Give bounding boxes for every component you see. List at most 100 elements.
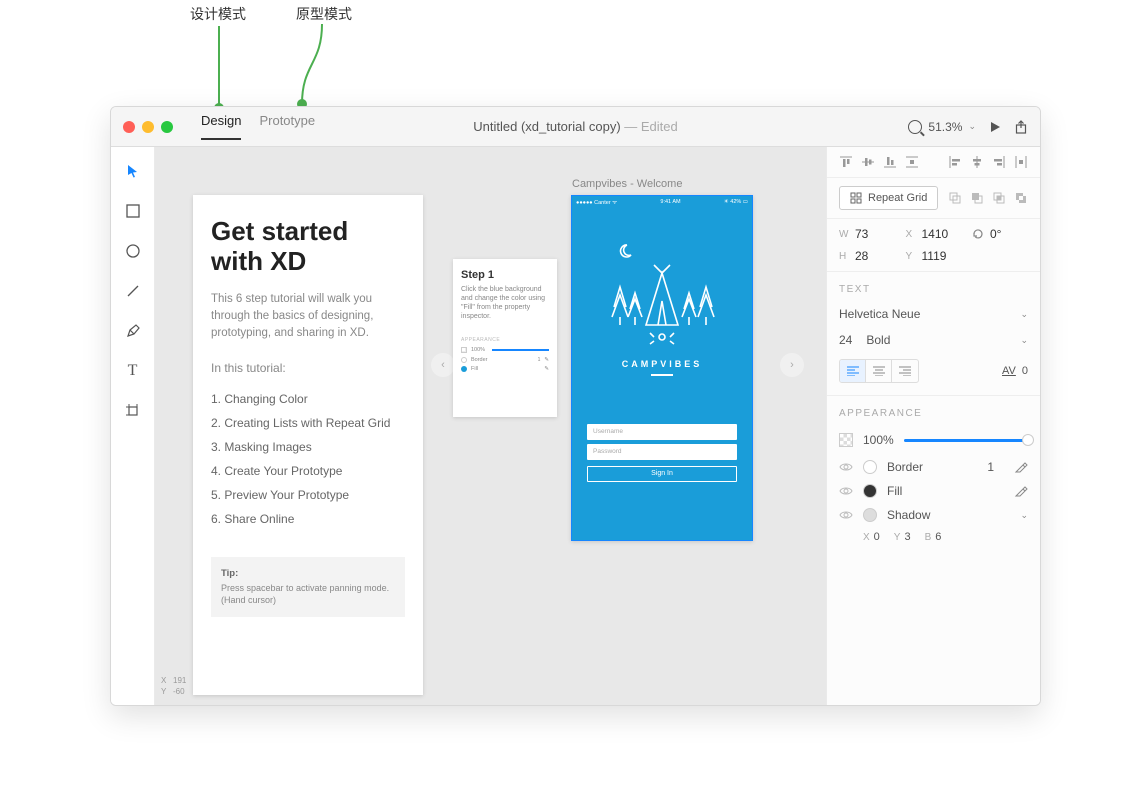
- text-align-center-icon[interactable]: [866, 360, 892, 382]
- rectangle-tool-icon[interactable]: [123, 201, 143, 221]
- boolean-ops: [948, 191, 1028, 205]
- zoom-control[interactable]: 51.3% ⌄: [908, 120, 976, 134]
- brand-name: CAMPVIBES: [622, 359, 703, 369]
- step1-appearance-label: APPEARANCE: [461, 337, 549, 343]
- nav-next-button[interactable]: ›: [780, 353, 804, 377]
- mobile-statusbar: ●●●●● Canter ᯤ 9:41 AM ☀ 42% ▭: [572, 196, 752, 207]
- canvas[interactable]: Get started with XD This 6 step tutorial…: [155, 147, 826, 705]
- brand-underline: [651, 374, 673, 376]
- shadow-swatch[interactable]: [863, 508, 877, 522]
- align-hcenter-icon[interactable]: [970, 155, 984, 169]
- shadow-row: Shadow ⌄: [827, 503, 1040, 527]
- dropper-icon[interactable]: [1014, 460, 1028, 474]
- artboard-campvibes[interactable]: Campvibes - Welcome ●●●●● Canter ᯤ 9:41 …: [571, 195, 753, 541]
- align-left-icon[interactable]: [948, 155, 962, 169]
- dropper-icon[interactable]: [1014, 484, 1028, 498]
- password-field[interactable]: Password: [587, 444, 737, 460]
- shadow-y-field[interactable]: Y3: [894, 531, 911, 543]
- line-tool-icon[interactable]: [123, 281, 143, 301]
- intersect-icon[interactable]: [992, 191, 1006, 205]
- eye-icon[interactable]: [839, 510, 853, 520]
- font-size-field[interactable]: 24: [839, 333, 852, 347]
- annotation-design-label: 设计模式: [190, 4, 246, 24]
- eye-icon[interactable]: [839, 486, 853, 496]
- tip-box: Tip: Press spacebar to activate panning …: [211, 557, 405, 617]
- status-right: ☀ 42% ▭: [724, 199, 748, 205]
- step1-border-label: Border: [471, 357, 488, 363]
- text-align-left-icon[interactable]: [840, 360, 866, 382]
- intro-description: This 6 step tutorial will walk you throu…: [211, 291, 405, 343]
- tracking-icon: AV: [1002, 365, 1016, 377]
- username-field[interactable]: Username: [587, 424, 737, 440]
- intro-steps-list: 1. Changing Color 2. Creating Lists with…: [211, 387, 405, 531]
- repeat-grid-label: Repeat Grid: [868, 192, 927, 204]
- text-align-right-icon[interactable]: [892, 360, 918, 382]
- rotate-icon: [972, 228, 984, 240]
- width-field[interactable]: W73: [839, 227, 896, 241]
- doc-edited-flag: — Edited: [621, 119, 678, 134]
- align-vcenter-icon[interactable]: [861, 155, 875, 169]
- shadow-fields: X0 Y3 B6: [827, 527, 1040, 553]
- titlebar: Design Prototype Untitled (xd_tutorial c…: [111, 107, 1040, 147]
- play-icon[interactable]: [988, 120, 1002, 134]
- annotation-prototype-label: 原型模式: [296, 4, 352, 24]
- distribute-v-icon[interactable]: [905, 155, 919, 169]
- swatch-icon: [461, 357, 467, 363]
- align-bottom-icon[interactable]: [883, 155, 897, 169]
- property-inspector: Repeat Grid W73 X1410 0° H28: [826, 147, 1040, 705]
- list-item: 2. Creating Lists with Repeat Grid: [211, 411, 405, 435]
- chevron-down-icon[interactable]: ⌄: [1020, 510, 1028, 521]
- share-icon[interactable]: [1014, 120, 1028, 134]
- font-weight-select[interactable]: Bold ⌄: [866, 333, 1028, 347]
- pen-tool-icon[interactable]: [123, 321, 143, 341]
- border-label: Border: [887, 460, 923, 474]
- eye-icon[interactable]: [839, 462, 853, 472]
- tab-prototype[interactable]: Prototype: [259, 113, 315, 140]
- artboard-tool-icon[interactable]: [123, 401, 143, 421]
- align-horizontal-group: [948, 155, 1028, 169]
- close-icon[interactable]: [123, 121, 135, 133]
- appearance-section-title: APPEARANCE: [827, 396, 1040, 425]
- artboard-intro[interactable]: Get started with XD This 6 step tutorial…: [193, 195, 423, 695]
- campvibes-logo-icon: [602, 237, 722, 347]
- artboard-label: Campvibes - Welcome: [572, 178, 682, 190]
- chevron-down-icon: ⌄: [1020, 335, 1028, 346]
- ellipse-tool-icon[interactable]: [123, 241, 143, 261]
- border-row: Border 1: [827, 455, 1040, 479]
- tab-design[interactable]: Design: [201, 113, 241, 140]
- document-title: Untitled (xd_tutorial copy) — Edited: [473, 119, 678, 134]
- campvibes-art: CAMPVIBES Username Password Sign In: [572, 207, 752, 482]
- zoom-value: 51.3%: [928, 120, 962, 134]
- tracking-field[interactable]: 0: [1022, 365, 1028, 377]
- border-width-field[interactable]: 1: [987, 460, 994, 474]
- subtract-icon[interactable]: [970, 191, 984, 205]
- fill-swatch[interactable]: [863, 484, 877, 498]
- exclude-icon[interactable]: [1014, 191, 1028, 205]
- rotate-field[interactable]: 0°: [972, 227, 1028, 241]
- border-swatch[interactable]: [863, 460, 877, 474]
- doc-name: Untitled (xd_tutorial copy): [473, 119, 620, 134]
- signin-button[interactable]: Sign In: [587, 466, 737, 482]
- x-field[interactable]: X1410: [906, 227, 963, 241]
- nav-prev-button[interactable]: ‹: [431, 353, 455, 377]
- annotation-overlay: 设计模式 原型模式: [0, 0, 1140, 106]
- dropper-icon: ✎: [544, 366, 549, 372]
- font-family-select[interactable]: Helvetica Neue ⌄: [827, 301, 1040, 327]
- minimize-icon[interactable]: [142, 121, 154, 133]
- artboard-step1[interactable]: Step 1 Click the blue background and cha…: [453, 259, 557, 417]
- y-field[interactable]: Y1119: [906, 249, 963, 263]
- align-right-icon[interactable]: [992, 155, 1006, 169]
- shadow-x-field[interactable]: X0: [863, 531, 880, 543]
- text-tool-icon[interactable]: T: [123, 361, 143, 381]
- distribute-h-icon[interactable]: [1014, 155, 1028, 169]
- union-icon[interactable]: [948, 191, 962, 205]
- maximize-icon[interactable]: [161, 121, 173, 133]
- opacity-slider[interactable]: [904, 439, 1028, 442]
- align-top-icon[interactable]: [839, 155, 853, 169]
- list-item: 4. Create Your Prototype: [211, 459, 405, 483]
- repeat-grid-button[interactable]: Repeat Grid: [839, 186, 938, 210]
- text-align-group: [839, 359, 919, 383]
- height-field[interactable]: H28: [839, 249, 896, 263]
- select-tool-icon[interactable]: [123, 161, 143, 181]
- shadow-blur-field[interactable]: B6: [925, 531, 942, 543]
